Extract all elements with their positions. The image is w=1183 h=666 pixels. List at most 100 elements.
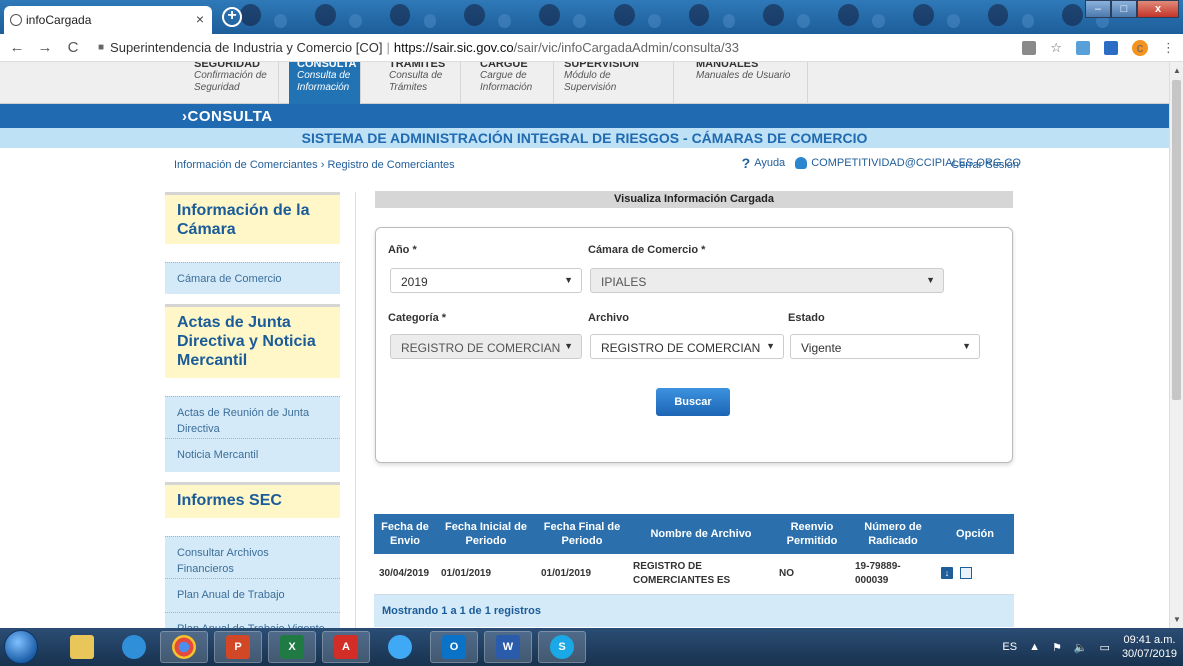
menu-manuales[interactable]: MANUALES Manuales de Usuario: [688, 62, 808, 104]
file-label: Archivo: [588, 312, 629, 324]
scrollbar-thumb[interactable]: [1172, 80, 1181, 400]
menu-sub: Módulo de Supervisión: [564, 70, 617, 93]
menu-dots-icon[interactable]: ⋮: [1162, 40, 1175, 56]
breadcrumb-separator: ›: [320, 159, 325, 171]
taskbar-powerpoint-icon[interactable]: P: [214, 631, 262, 663]
taskbar-acrobat-icon[interactable]: A: [322, 631, 370, 663]
search-button[interactable]: Buscar: [656, 388, 730, 416]
reload-button[interactable]: C: [62, 39, 84, 56]
bookmark-star-icon[interactable]: ☆: [1050, 40, 1062, 56]
sidebar-item-noticia[interactable]: Noticia Mercantil: [165, 438, 340, 472]
records-info: Mostrando 1 a 1 de 1 registros: [374, 594, 1014, 627]
document-icon[interactable]: [959, 567, 972, 580]
table-header-row: Fecha de Envio Fecha Inicial de Periodo …: [374, 514, 1014, 554]
download-icon[interactable]: ↓: [941, 567, 953, 580]
chevron-down-icon: ▼: [766, 341, 775, 351]
taskbar-app-icon[interactable]: [376, 631, 424, 663]
sidebar-section-title: Informes SEC: [165, 482, 340, 518]
breadcrumb-item-current[interactable]: Registro de Comerciantes: [327, 159, 454, 171]
breadcrumb-item[interactable]: Información de Comerciantes: [174, 159, 318, 171]
file-value: REGISTRO DE COMERCIAN: [601, 341, 761, 355]
sidebar-item-camara[interactable]: Cámara de Comercio: [165, 262, 340, 294]
menu-title: CARGUE: [480, 62, 528, 70]
menu-sub: Consulta de: [389, 70, 443, 81]
sidebar-item-archivos-financieros[interactable]: Consultar Archivos Financieros: [165, 536, 340, 578]
taskbar-chrome-icon[interactable]: [160, 631, 208, 663]
scroll-down-icon[interactable]: ▼: [1173, 615, 1181, 624]
menu-cargue[interactable]: CARGUE Cargue de Información: [472, 62, 554, 104]
volume-icon[interactable]: 🔈: [1074, 641, 1088, 654]
file-select[interactable]: REGISTRO DE COMERCIAN ▼: [590, 334, 784, 359]
chevron-down-icon: ▼: [926, 275, 935, 285]
url-site: Superintendencia de Industria y Comercio…: [110, 40, 383, 55]
logout-link[interactable]: Cerrar Sesión: [951, 159, 1019, 171]
taskbar-outlook-icon[interactable]: O: [430, 631, 478, 663]
category-select[interactable]: REGISTRO DE COMERCIAN ▼: [390, 334, 582, 359]
sidebar: Información de la Cámara Cámara de Comer…: [165, 192, 340, 628]
chevron-down-icon: ▼: [564, 341, 573, 351]
sidebar-item-plan-anual-vigente[interactable]: Plan Anual de Trabajo Vigente: [165, 612, 340, 628]
taskbar-ie-icon[interactable]: [110, 631, 158, 663]
clock[interactable]: 09:41 a.m. 30/07/2019: [1122, 633, 1177, 661]
column-header: Fecha de Envio: [374, 514, 436, 554]
chevron-down-icon: ▼: [564, 275, 573, 285]
forward-button[interactable]: →: [34, 39, 56, 56]
menu-sub: Cargue de: [480, 70, 527, 81]
chamber-select[interactable]: IPIALES ▼: [590, 268, 944, 293]
menu-sub: Seguridad: [194, 82, 240, 93]
profile-avatar[interactable]: c: [1132, 40, 1148, 56]
breadcrumb: Información de Comerciantes › Registro d…: [174, 159, 455, 171]
section-label: ›CONSULTA: [182, 108, 273, 125]
cell-opcion: ↓: [936, 554, 1014, 595]
cell-fecha-final: 01/01/2019: [536, 554, 628, 595]
taskbar-word-icon[interactable]: W: [484, 631, 532, 663]
state-select[interactable]: Vigente ▼: [790, 334, 980, 359]
help-link[interactable]: Ayuda: [754, 157, 785, 169]
language-indicator[interactable]: ES: [1002, 641, 1017, 653]
menu-tramites[interactable]: TRAMITES Consulta de Trámites: [381, 62, 461, 104]
menu-supervision[interactable]: SUPERVISION Módulo de Supervisión: [556, 62, 674, 104]
extension-icon-3[interactable]: [1104, 41, 1118, 55]
menu-sub: Manuales de Usuario: [696, 70, 791, 81]
user-icon: [795, 157, 808, 169]
page-content: SEGURIDAD Confirmación de Seguridad CONS…: [0, 62, 1169, 628]
chevron-down-icon: ▼: [962, 341, 971, 351]
menu-sub: Consulta de: [297, 70, 351, 81]
category-value: REGISTRO DE COMERCIAN: [401, 341, 561, 355]
sidebar-item-plan-anual[interactable]: Plan Anual de Trabajo: [165, 578, 340, 612]
close-window-button[interactable]: x: [1137, 0, 1179, 18]
network-icon[interactable]: ▭: [1100, 641, 1110, 654]
browser-tab[interactable]: infoCargada ×: [4, 6, 212, 34]
scrollbar[interactable]: ▲ ▼: [1169, 62, 1183, 628]
tray-arrow-icon[interactable]: ▲: [1029, 641, 1040, 653]
search-form: Año * 2019 ▼ Cámara de Comercio * IPIALE…: [375, 227, 1013, 463]
maximize-button[interactable]: □: [1111, 0, 1137, 18]
scroll-up-icon[interactable]: ▲: [1173, 66, 1181, 75]
column-header: Nombre de Archivo: [628, 514, 774, 554]
desktop-background: [240, 4, 1083, 30]
taskbar-skype-icon[interactable]: S: [538, 631, 586, 663]
menu-sub: Confirmación de: [194, 70, 267, 81]
back-button[interactable]: ←: [6, 39, 28, 56]
url-field[interactable]: ■ Superintendencia de Industria y Comerc…: [98, 40, 739, 55]
menu-consulta[interactable]: CONSULTA Consulta de Información: [289, 62, 361, 104]
taskbar-excel-icon[interactable]: X: [268, 631, 316, 663]
menu-seguridad[interactable]: SEGURIDAD Confirmación de Seguridad: [186, 62, 279, 104]
sidebar-section-title: Información de la Cámara: [165, 192, 340, 244]
column-header: Opción: [936, 514, 1014, 554]
start-button[interactable]: [4, 630, 38, 664]
menu-title: MANUALES: [696, 62, 759, 70]
sidebar-section-title: Actas de Junta Directiva y Noticia Merca…: [165, 304, 340, 378]
taskbar-folder-icon[interactable]: [58, 631, 106, 663]
column-header: Fecha Final de Periodo: [536, 514, 628, 554]
new-tab-button[interactable]: +: [222, 7, 242, 27]
close-tab-icon[interactable]: ×: [196, 11, 204, 27]
year-select[interactable]: 2019 ▼: [390, 268, 582, 293]
minimize-button[interactable]: –: [1085, 0, 1111, 18]
help-icon[interactable]: ?: [742, 155, 751, 171]
sidebar-item-actas[interactable]: Actas de Reunión de Junta Directiva: [165, 396, 340, 438]
clock-date: 30/07/2019: [1121, 648, 1177, 660]
extension-icon-2[interactable]: [1076, 41, 1090, 55]
extension-icon[interactable]: [1022, 41, 1037, 55]
flag-icon[interactable]: ⚑: [1052, 641, 1062, 654]
